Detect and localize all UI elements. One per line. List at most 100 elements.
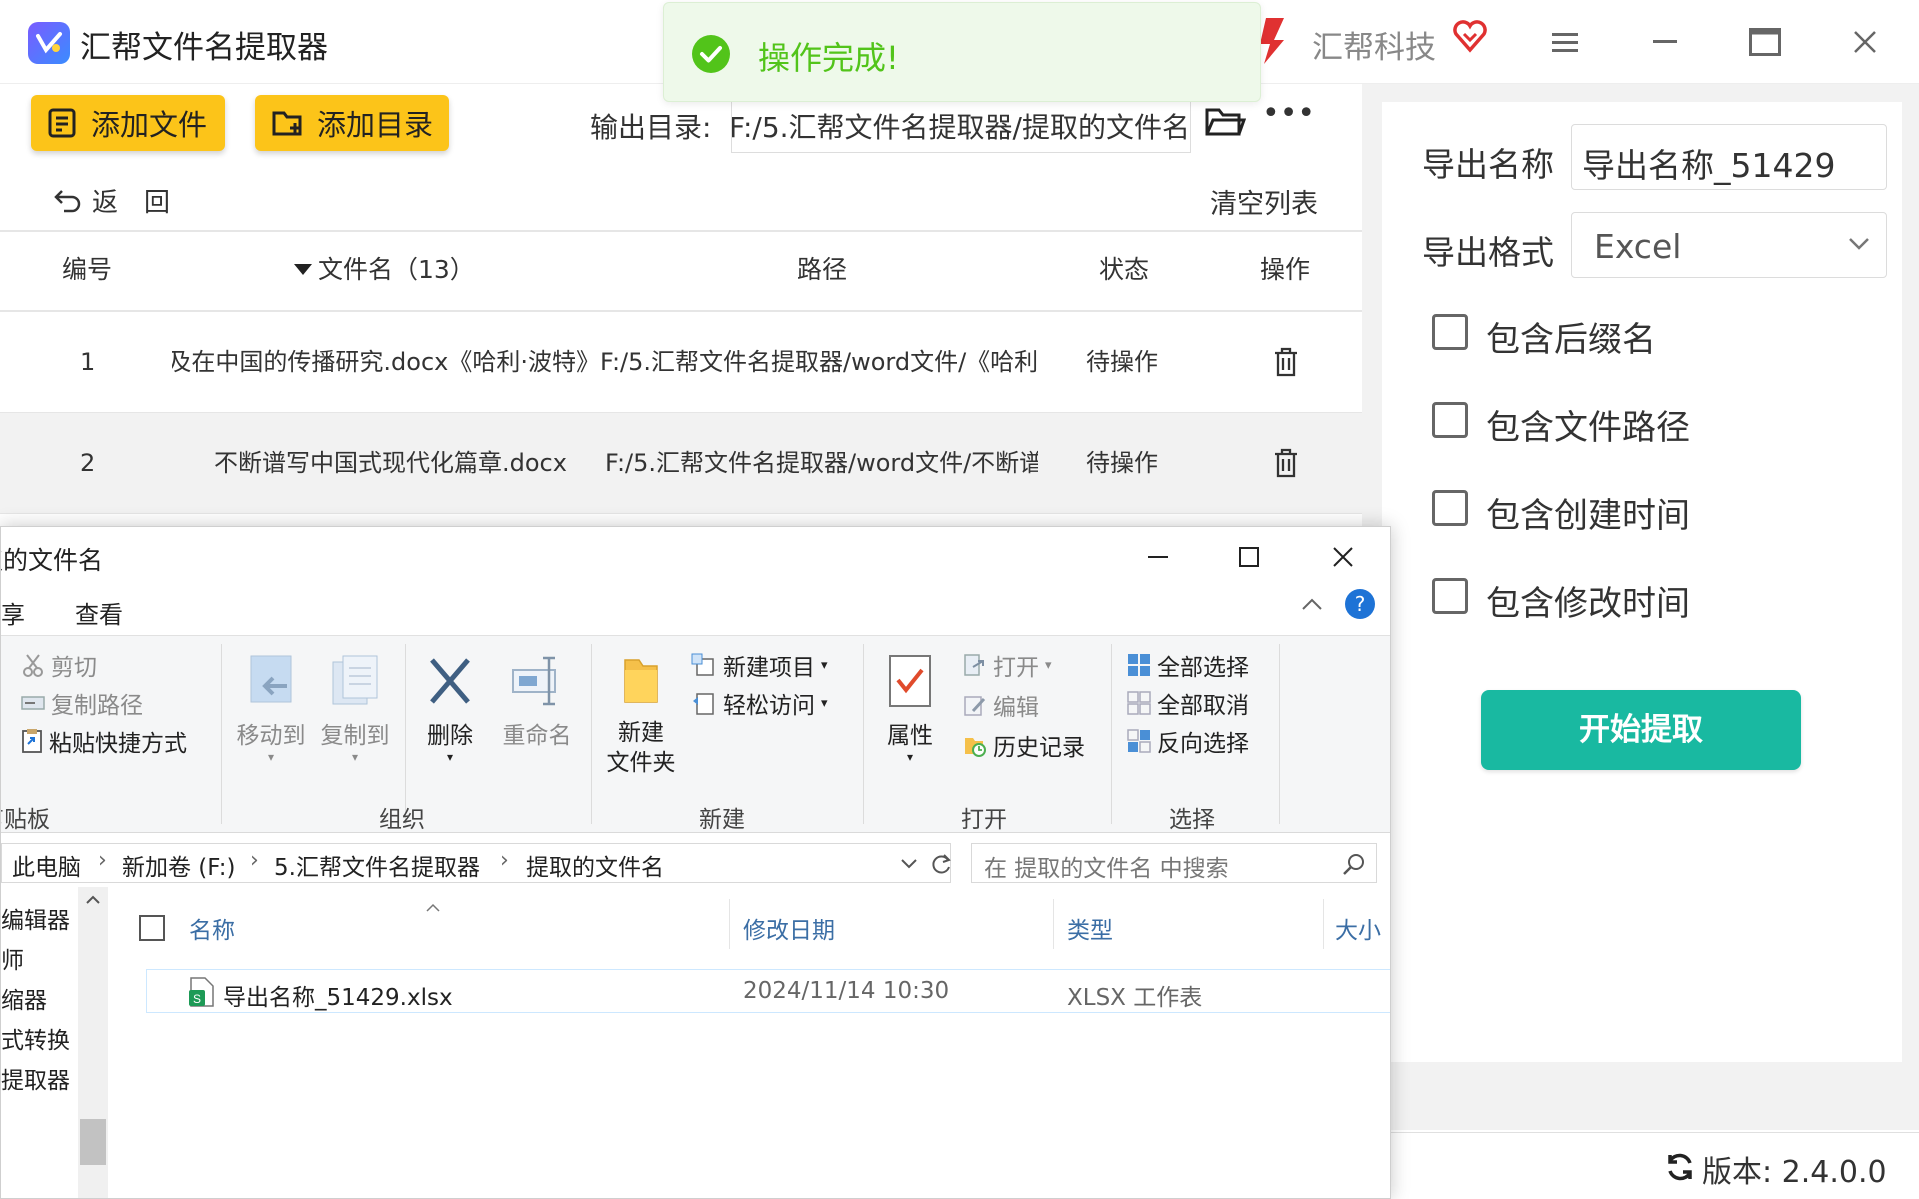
help-icon[interactable]: ? [1345, 589, 1375, 619]
browse-folder-icon[interactable] [1204, 104, 1246, 140]
scroll-up-icon[interactable] [85, 895, 101, 905]
explorer-minimize-button[interactable] [1132, 537, 1184, 577]
properties-label: 属性 [887, 723, 933, 749]
explorer-search-input[interactable]: 在 提取的文件名 中搜索 [971, 843, 1377, 883]
delete-button[interactable]: 删除 ▾ [415, 652, 485, 764]
explorer-ribbon: 剪切 复制路径 粘贴快捷方式 剪贴板 移动到 ▾ 复制到 ▾ 删除 ▾ [1, 635, 1390, 833]
history-label: 历史记录 [993, 735, 1085, 761]
column-type[interactable]: 类型 [1067, 911, 1113, 945]
move-to-button[interactable]: 移动到 ▾ [231, 652, 311, 764]
explorer-maximize-button[interactable] [1223, 537, 1275, 577]
open-icon [964, 654, 984, 676]
checkbox-include-path[interactable] [1432, 402, 1468, 438]
easy-access-button[interactable]: 轻松访问 ▾ [691, 686, 828, 720]
ribbon-divider [405, 644, 406, 824]
breadcrumb-current-folder[interactable]: 提取的文件名 [526, 848, 664, 882]
column-modified[interactable]: 修改日期 [743, 911, 835, 945]
column-divider[interactable] [1323, 899, 1324, 949]
nav-item[interactable]: 式转换 [1, 1021, 70, 1055]
row-status: 待操作 [1086, 348, 1158, 376]
edit-label: 编辑 [993, 695, 1039, 721]
ribbon-divider [1279, 644, 1280, 824]
start-extract-button[interactable]: 开始提取 [1481, 690, 1801, 770]
back-arrow-icon [54, 189, 81, 212]
file-list-item[interactable]: S 导出名称_51429.xlsx 2024/11/14 10:30 XLSX … [146, 969, 1390, 1013]
new-folder-label-1: 新建 [618, 720, 664, 746]
app-title: 汇帮文件名提取器 [80, 30, 328, 66]
open-button[interactable]: 打开 ▾ [963, 648, 1052, 682]
collapse-ribbon-icon[interactable] [1301, 597, 1323, 611]
refresh-icon[interactable] [1664, 1151, 1696, 1183]
checkbox-include-modified[interactable] [1432, 578, 1468, 614]
scissors-icon [23, 654, 43, 677]
copy-path-button[interactable]: 复制路径 [21, 686, 143, 720]
column-divider[interactable] [729, 899, 730, 949]
brand-name: 汇帮科技 [1312, 30, 1436, 66]
new-item-button[interactable]: 新建项目 ▾ [691, 648, 828, 682]
nav-item[interactable]: 师 [1, 941, 24, 975]
maximize-button[interactable] [1742, 22, 1788, 62]
nav-item[interactable]: 编辑器 [1, 901, 70, 935]
add-directory-button[interactable]: 添加目录 [255, 95, 449, 151]
select-none-button[interactable]: 全部取消 [1127, 686, 1249, 720]
tab-share[interactable]: 共享 [1, 595, 25, 630]
toast-message: 操作完成! [758, 39, 899, 77]
row-filename: 《哈利·波特》系列小说叙事特征及在中国的传播研究.docx [172, 348, 600, 376]
new-folder-icon [624, 659, 658, 703]
nav-item[interactable]: 缩器 [1, 981, 47, 1015]
header-status: 状态 [1099, 255, 1150, 284]
clear-list-button[interactable]: 清空列表 [1210, 182, 1318, 221]
favorite-heart-icon[interactable] [1452, 18, 1488, 54]
select-all-button[interactable]: 全部选择 [1127, 648, 1249, 682]
invert-selection-button[interactable]: 反向选择 [1127, 724, 1249, 758]
address-dropdown-icon[interactable] [900, 858, 918, 870]
nav-scrollbar[interactable] [78, 887, 108, 1198]
refresh-icon[interactable] [930, 852, 952, 876]
chevron-down-icon [1849, 238, 1869, 250]
paste-shortcut-button[interactable]: 粘贴快捷方式 [21, 724, 187, 758]
ribbon-divider [863, 644, 864, 824]
copy-to-button[interactable]: 复制到 ▾ [315, 652, 395, 764]
delete-row-icon[interactable] [1272, 346, 1300, 378]
back-button[interactable]: 返 回 [52, 182, 170, 219]
header-filename[interactable]: 文件名（13） [294, 230, 475, 310]
column-size[interactable]: 大小 [1335, 911, 1381, 945]
properties-button[interactable]: 属性 ▾ [877, 652, 943, 764]
new-folder-button[interactable]: 新建 文件夹 [599, 652, 683, 778]
export-format-label: 导出格式 [1422, 233, 1554, 272]
export-name-input[interactable]: 导出名称_51429 [1571, 124, 1887, 190]
breadcrumb-app-folder[interactable]: 5.汇帮文件名提取器 [274, 848, 480, 882]
new-item-icon [691, 653, 714, 676]
more-options-icon[interactable]: ••• [1262, 99, 1315, 140]
cut-button[interactable]: 剪切 [21, 648, 97, 682]
export-format-select[interactable]: Excel [1571, 212, 1887, 278]
column-name[interactable]: 名称 [189, 911, 235, 945]
scroll-thumb[interactable] [80, 1119, 106, 1165]
easy-access-icon [693, 693, 714, 715]
column-divider[interactable] [1053, 899, 1054, 949]
tab-view[interactable]: 查看 [75, 595, 123, 630]
explorer-title: 提取的文件名 [1, 546, 104, 575]
rename-button[interactable]: 重命名 [497, 652, 577, 750]
delete-row-icon[interactable] [1272, 447, 1300, 479]
select-all-checkbox[interactable] [139, 915, 165, 941]
close-button[interactable] [1842, 22, 1888, 62]
output-dir-field[interactable]: F:/5.汇帮文件名提取器/提取的文件名 [731, 97, 1191, 153]
table-row[interactable]: 1 《哈利·波特》系列小说叙事特征及在中国的传播研究.docx F:/5.汇帮文… [0, 312, 1362, 412]
checkbox-include-extension[interactable] [1432, 314, 1468, 350]
history-button[interactable]: 历史记录 [963, 728, 1085, 762]
file-type: XLSX 工作表 [1067, 985, 1203, 1011]
checkbox-include-created[interactable] [1432, 490, 1468, 526]
include-path-label: 包含文件路径 [1486, 408, 1690, 448]
explorer-close-button[interactable] [1317, 537, 1369, 577]
breadcrumb-this-pc[interactable]: 此电脑 [12, 848, 81, 882]
nav-item[interactable]: 提取器 [1, 1061, 70, 1095]
breadcrumb-drive[interactable]: 新加卷 (F:) [122, 848, 235, 882]
edit-button[interactable]: 编辑 [963, 688, 1039, 722]
table-row[interactable]: 2 不断谱写中国式现代化篇章.docx F:/5.汇帮文件名提取器/word文件… [0, 413, 1362, 513]
address-bar[interactable]: 此电脑 › 新加卷 (F:) › 5.汇帮文件名提取器 › 提取的文件名 [1, 843, 951, 883]
menu-icon[interactable] [1542, 22, 1588, 62]
minimize-button[interactable] [1642, 22, 1688, 62]
header-index: 编号 [62, 255, 113, 284]
add-file-button[interactable]: 添加文件 [31, 95, 225, 151]
